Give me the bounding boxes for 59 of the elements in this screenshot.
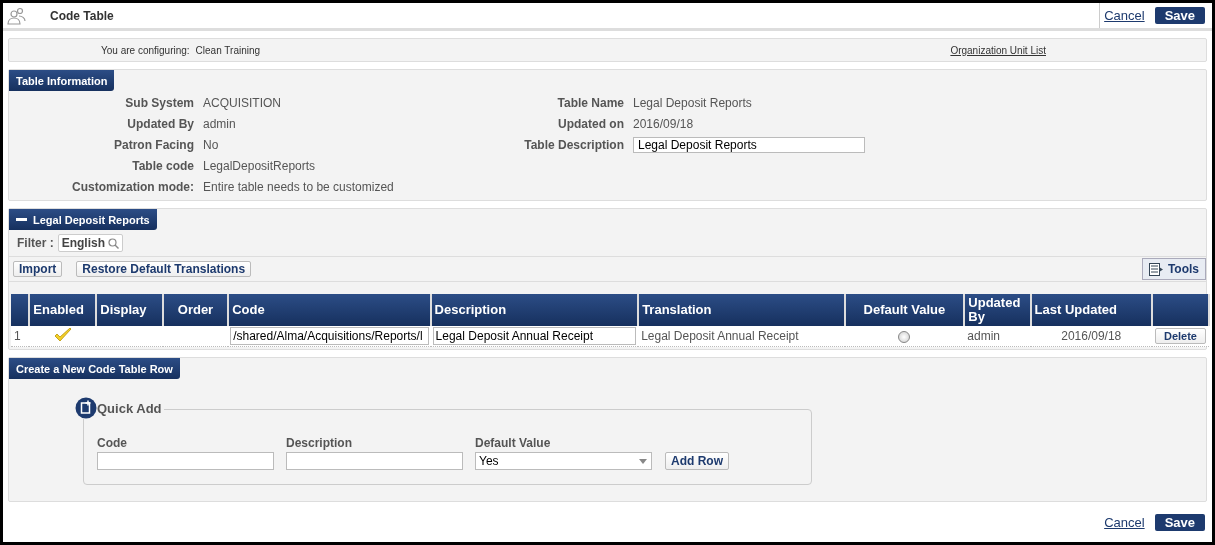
quick-add-title: Quick Add	[97, 400, 162, 416]
column-header: Enabled	[29, 294, 97, 326]
code-field[interactable]: /shared/Alma/Acquisitions/Reports/l	[230, 327, 429, 345]
save-button[interactable]: Save	[1154, 7, 1205, 24]
radio-button[interactable]	[898, 330, 911, 343]
column-header: Last Updated	[1030, 294, 1152, 326]
column-header: Order	[162, 294, 229, 326]
delete-button[interactable]: Delete	[1154, 328, 1206, 344]
field-label: Patron Facing	[113, 138, 194, 153]
default-value-dropdown[interactable]: Yes	[475, 452, 652, 470]
column-header: Description	[430, 294, 639, 326]
filter-field[interactable]: English	[57, 234, 123, 252]
field-label: Updated By	[126, 117, 194, 132]
field-value: 2016/09/18	[633, 117, 695, 132]
field-value: LegalDepositReports	[203, 159, 317, 174]
column-header: Translation	[638, 294, 845, 326]
column-header: Display	[96, 294, 163, 326]
table-icon	[1148, 262, 1163, 276]
users-icon	[7, 6, 27, 25]
field-value: No	[203, 138, 220, 153]
field-value: ACQUISITION	[203, 96, 282, 111]
toolbar-button[interactable]: Import	[13, 261, 63, 277]
toolbar-button[interactable]: Restore Default Translations	[76, 261, 252, 277]
field-label: Sub System	[124, 96, 194, 111]
section-tab[interactable]: Legal Deposit Reports	[9, 209, 157, 230]
page-title: Code Table	[50, 8, 114, 23]
column-header: Updated By	[964, 294, 1031, 326]
field-value: Entire table needs to be customized	[203, 180, 395, 195]
filter-label: Filter :	[17, 236, 54, 250]
field-label: Default Value	[475, 436, 552, 450]
add-row-button[interactable]: Add Row	[665, 452, 729, 470]
configuring-value: Clean Training	[195, 44, 261, 56]
configuring-label: You are configuring:	[101, 44, 190, 56]
tools-button[interactable]: Tools	[1141, 258, 1206, 280]
cancel-link[interactable]: Cancel	[1100, 510, 1145, 535]
description-field[interactable]: Legal Deposit Annual Receipt	[432, 327, 637, 345]
column-header: Default Value	[844, 294, 965, 326]
column-header: Code	[228, 294, 431, 326]
save-button[interactable]: Save	[1154, 514, 1205, 531]
input-field[interactable]	[97, 452, 274, 470]
table-cell: admin	[964, 326, 1031, 347]
row-number: 1	[11, 326, 30, 347]
field-label: Table Description	[523, 138, 624, 153]
search-icon	[108, 237, 119, 249]
input-field[interactable]	[286, 452, 463, 470]
field-label: Code	[97, 436, 128, 450]
table-description-field[interactable]: Legal Deposit Reports	[633, 137, 865, 153]
field-label: Table code	[131, 159, 194, 174]
field-value: admin	[203, 117, 237, 132]
caret-icon	[639, 458, 647, 464]
field-label: Updated on	[557, 117, 624, 132]
organization-unit-link[interactable]: Organization Unit List	[950, 44, 1046, 56]
table-cell: Legal Deposit Annual Receipt	[638, 326, 845, 347]
field-label: Description	[286, 436, 353, 450]
cancel-link[interactable]: Cancel	[1099, 3, 1145, 28]
field-label: Customization mode:	[71, 180, 194, 195]
field-value: Legal Deposit Reports	[633, 96, 753, 111]
field-label: Table Name	[556, 96, 624, 111]
table-cell: 2016/09/18	[1030, 326, 1152, 347]
